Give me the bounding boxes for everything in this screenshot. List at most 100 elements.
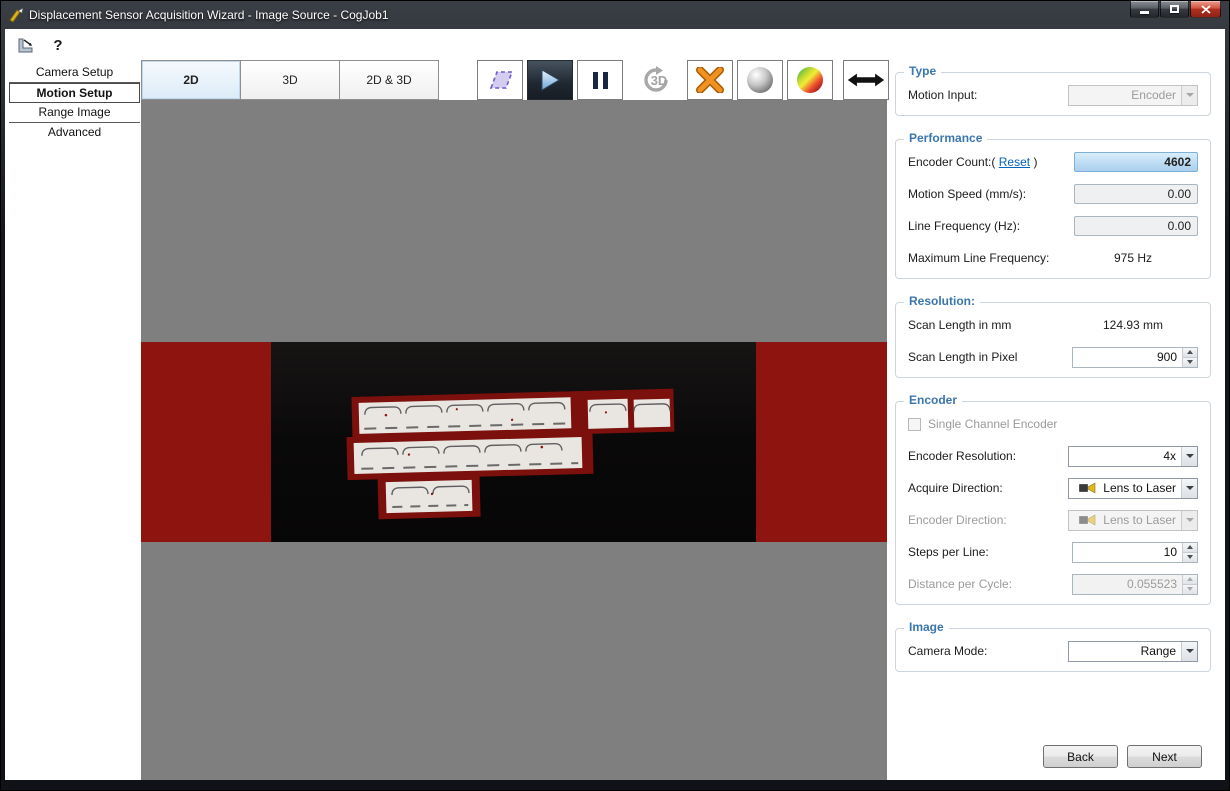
scan-length-mm-label: Scan Length in mm [908,318,1068,332]
spin-up-button [1183,575,1197,584]
back-button[interactable]: Back [1043,745,1118,768]
group-resolution-heading: Resolution: [904,294,980,308]
reset-link[interactable]: Reset [999,155,1030,169]
group-encoder-heading: Encoder [904,393,962,407]
line-frequency-label: Line Frequency (Hz): [908,219,1074,233]
motion-input-label: Motion Input: [908,88,1068,102]
group-image-heading: Image [904,620,949,634]
content-area: ? Camera Setup Motion Setup Range Image … [5,29,1225,780]
colormap-sphere-icon [797,67,823,93]
steps-per-line-row: Steps per Line: 10 [896,536,1210,568]
steps-per-line-label: Steps per Line: [908,545,1072,559]
distance-per-cycle-stepper: 0.055523 [1072,574,1198,595]
next-button[interactable]: Next [1127,745,1202,768]
encoder-resolution-row: Encoder Resolution: 4x [896,440,1210,472]
encoder-count-label: Encoder Count:( Reset ) [908,155,1074,169]
colormap-view-button[interactable] [787,60,833,100]
chevron-down-icon [1181,479,1197,498]
wizard-steps-sidebar: Camera Setup Motion Setup Range Image Ad… [9,63,140,143]
encoder-resolution-select[interactable]: 4x [1068,446,1198,467]
group-type-heading: Type [904,64,941,78]
spin-up-button[interactable] [1183,348,1197,357]
sidebar-item-motion-setup[interactable]: Motion Setup [9,83,140,103]
spin-down-button[interactable] [1183,357,1197,367]
spin-down-button[interactable] [1183,552,1197,562]
motion-speed-field: 0.00 [1074,184,1198,204]
mini-toolbar: ? [15,35,69,55]
motion-speed-row: Motion Speed (mm/s): 0.00 [896,178,1210,210]
spin-up-button[interactable] [1183,543,1197,552]
region-icon [484,67,516,93]
cancel-acquisition-button[interactable] [687,60,733,100]
encoder-count-row: Encoder Count:( Reset ) 4602 [896,146,1210,178]
line-frequency-row: Line Frequency (Hz): 0.00 [896,210,1210,242]
close-button[interactable] [1190,1,1221,18]
encoder-count-field: 4602 [1074,152,1198,172]
window-title: Displacement Sensor Acquisition Wizard -… [29,8,389,22]
sensor-tool-button[interactable] [15,35,37,55]
motion-speed-label: Motion Speed (mm/s): [908,187,1074,201]
encoder-resolution-label: Encoder Resolution: [908,449,1068,463]
acquisition-toolbar: 3D [477,60,889,100]
sidebar-item-range-image[interactable]: Range Image [9,103,140,123]
fit-width-button[interactable] [843,60,889,100]
line-frequency-field: 0.00 [1074,216,1198,236]
chevron-down-icon [1181,642,1197,661]
play-icon [539,68,561,92]
pause-button[interactable] [577,60,623,100]
close-icon [1201,5,1211,14]
help-icon: ? [53,37,62,54]
sidebar-item-advanced[interactable]: Advanced [9,123,140,143]
scan-length-pixel-label: Scan Length in Pixel [908,350,1072,364]
sidebar-item-camera-setup[interactable]: Camera Setup [9,63,140,83]
chevron-down-icon [1181,86,1197,105]
acquire-direction-label: Acquire Direction: [908,481,1068,495]
lens-to-laser-icon [1079,514,1096,526]
help-button[interactable]: ? [47,35,69,55]
cancel-x-icon [696,67,724,93]
encoder-direction-select: Lens to Laser [1068,510,1198,531]
max-line-frequency-row: Maximum Line Frequency: 975 Hz [896,242,1210,274]
camera-mode-select[interactable]: Range [1068,641,1198,662]
group-resolution: Resolution: Scan Length in mm 124.93 mm … [895,302,1211,378]
minimize-button[interactable] [1130,1,1159,18]
tab-2d-and-3d[interactable]: 2D & 3D [339,60,439,100]
tab-2d[interactable]: 2D [141,60,241,100]
group-type: Type Motion Input: Encoder [895,72,1211,116]
play-button[interactable] [527,60,573,100]
range-image-scene [141,100,887,780]
region-select-button[interactable] [477,60,523,100]
steps-per-line-stepper[interactable]: 10 [1072,542,1198,563]
grayscale-view-button[interactable] [737,60,783,100]
single-channel-row: Single Channel Encoder [896,408,1210,440]
lens-to-laser-icon [1079,482,1096,494]
scan-length-mm-row: Scan Length in mm 124.93 mm [896,309,1210,341]
acquire-direction-select[interactable]: Lens to Laser [1068,478,1198,499]
motion-input-select: Encoder [1068,85,1198,106]
settings-panel: Type Motion Input: Encoder Performance E… [895,63,1211,695]
wizard-window: Displacement Sensor Acquisition Wizard -… [0,0,1230,791]
motion-input-row: Motion Input: Encoder [896,79,1210,111]
rotate-3d-button: 3D [631,60,677,100]
max-line-frequency-label: Maximum Line Frequency: [908,251,1068,265]
view-mode-tabs: 2D 3D 2D & 3D [141,60,439,100]
chevron-down-icon [1181,447,1197,466]
scan-length-mm-value: 124.93 mm [1068,318,1198,332]
rotate-3d-label: 3D [651,73,668,88]
pause-icon [593,72,608,89]
acquire-direction-row: Acquire Direction: Lens to Laser [896,472,1210,504]
camera-mode-label: Camera Mode: [908,644,1068,658]
maximize-icon [1170,5,1179,13]
titlebar[interactable]: Displacement Sensor Acquisition Wizard -… [1,1,1229,29]
max-line-frequency-value: 975 Hz [1068,251,1198,265]
range-image-viewport[interactable] [141,100,887,780]
single-channel-label: Single Channel Encoder [928,417,1198,431]
group-encoder: Encoder Single Channel Encoder Encoder R… [895,401,1211,605]
maximize-button[interactable] [1160,1,1189,18]
tab-3d[interactable]: 3D [240,60,340,100]
grayscale-sphere-icon [747,67,773,93]
minimize-icon [1140,11,1149,14]
encoder-direction-label: Encoder Direction: [908,513,1068,527]
horizontal-arrows-icon [846,70,886,90]
scan-length-pixel-stepper[interactable]: 900 [1072,347,1198,368]
